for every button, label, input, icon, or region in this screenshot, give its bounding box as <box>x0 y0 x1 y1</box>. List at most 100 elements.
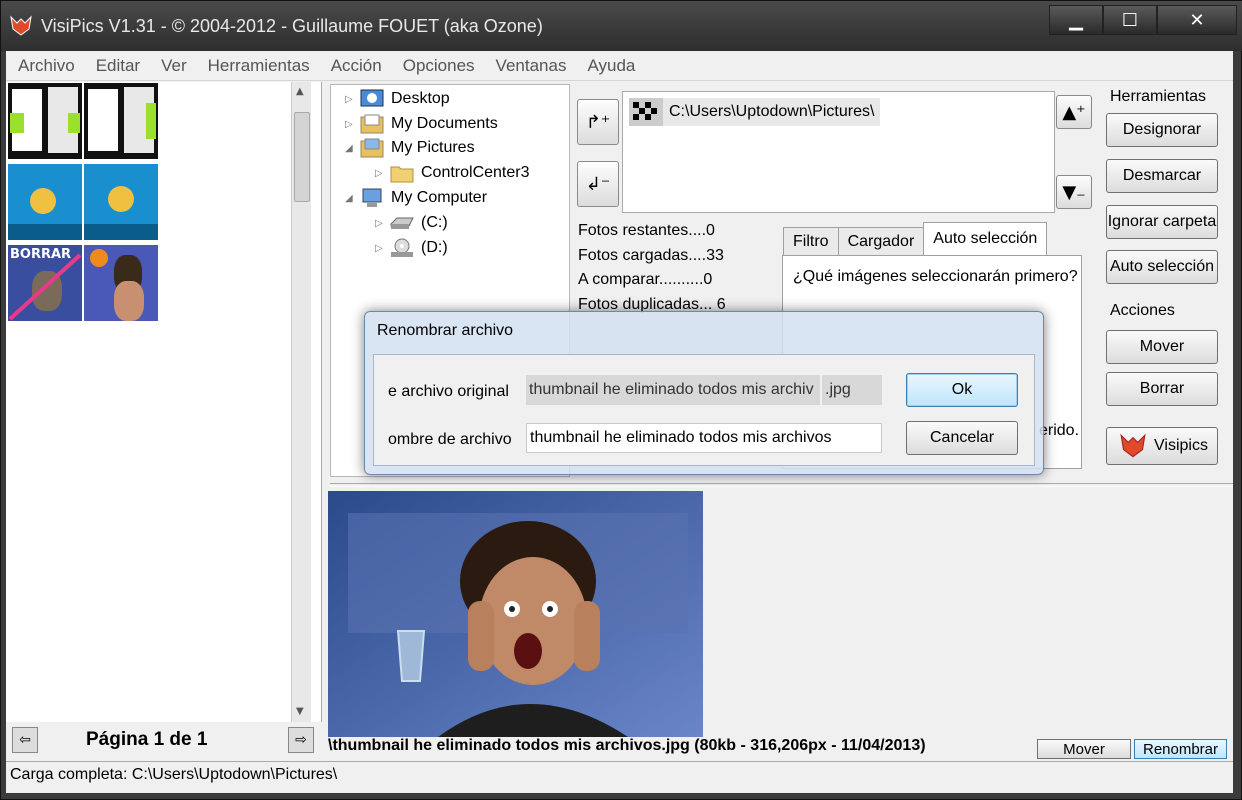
thumbnail-image-marked[interactable]: BORRAR <box>8 245 82 321</box>
tree-item-label: My Pictures <box>391 139 475 156</box>
desmarcar-button[interactable]: Desmarcar <box>1106 159 1218 193</box>
minimize-button[interactable]: ▁ <box>1049 5 1103 35</box>
preview-caption: \thumbnail he eliminado todos mis archiv… <box>328 737 926 754</box>
tree-item-my-computer[interactable]: ◢ My Computer <box>345 187 487 209</box>
splitter[interactable] <box>330 483 1233 487</box>
menu-herramientas[interactable]: Herramientas <box>208 56 310 76</box>
next-page-button[interactable]: ⇨ <box>288 727 314 753</box>
folder-icon <box>390 166 414 183</box>
tree-item-label: (D:) <box>421 239 448 256</box>
delete-cross-icon <box>8 253 82 321</box>
remove-folder-button[interactable]: ↲⁻ <box>577 161 619 207</box>
tab-filtro[interactable]: Filtro <box>783 227 839 255</box>
thumbnail-strip[interactable]: BORRAR <box>6 82 322 722</box>
scroll-up-icon[interactable]: ▲ <box>296 86 304 97</box>
minimize-icon: ▁ <box>1069 9 1083 31</box>
pager: ⇦ Página 1 de 1 ⇨ <box>6 723 322 759</box>
cd-drive-icon <box>391 238 413 257</box>
visipics-logo-icon <box>10 15 32 36</box>
menu-editar[interactable]: Editar <box>96 56 140 76</box>
herramientas-group-label: Herramientas <box>1110 88 1207 105</box>
tree-item-desktop[interactable]: ▷ Desktop <box>345 88 450 110</box>
page-label: Página 1 de 1 <box>86 729 208 750</box>
preview-image <box>328 491 703 737</box>
new-name-label: ombre de archivo <box>388 431 512 448</box>
thumbnail-image[interactable] <box>84 83 158 159</box>
tree-collapse-icon[interactable]: ◢ <box>345 193 359 204</box>
menu-archivo[interactable]: Archivo <box>18 56 75 76</box>
desktop-icon <box>360 89 384 107</box>
tree-expand-icon[interactable]: ▷ <box>345 94 359 105</box>
thumbnail-image[interactable] <box>84 164 158 240</box>
auto-selection-trailing-text: erido. <box>1038 422 1079 439</box>
menu-ver[interactable]: Ver <box>161 56 187 76</box>
scroll-down-icon[interactable]: ▼ <box>296 706 304 717</box>
folder-list-item[interactable]: C:\Users\Uptodown\Pictures\ <box>629 98 881 126</box>
original-extension-field: .jpg <box>822 375 882 405</box>
visipics-button[interactable]: Visipics <box>1106 427 1218 465</box>
rename-dialog: Renombrar archivo e archivo original thu… <box>364 311 1044 475</box>
auto-selection-question: ¿Qué imágenes seleccionarán primero? <box>793 268 1078 285</box>
auto-seleccion-button[interactable]: Auto selección <box>1106 250 1218 284</box>
close-icon: ✕ <box>1189 9 1205 31</box>
menu-ventanas[interactable]: Ventanas <box>496 56 567 76</box>
tree-expand-icon[interactable]: ▷ <box>375 243 389 254</box>
tree-item-label: (C:) <box>421 214 448 231</box>
triangle-up-plus-icon: ▲⁺ <box>1062 101 1086 123</box>
ignorar-carpeta-button[interactable]: Ignorar carpeta <box>1106 205 1218 239</box>
hard-drive-icon <box>390 217 414 229</box>
orange-dot-icon <box>90 249 108 267</box>
thumbnail-image[interactable] <box>84 245 158 321</box>
tree-expand-icon[interactable]: ▷ <box>375 218 389 229</box>
tree-item-drive-d[interactable]: ▷ (D:) <box>375 237 448 259</box>
tree-item-my-documents[interactable]: ▷ My Documents <box>345 113 498 135</box>
scroll-thumb[interactable] <box>294 112 310 202</box>
preview-mover-button[interactable]: Mover <box>1037 739 1131 759</box>
thumbnail-image[interactable] <box>8 83 82 159</box>
tree-expand-icon[interactable]: ▷ <box>345 119 359 130</box>
tree-collapse-icon[interactable]: ◢ <box>345 143 359 154</box>
tab-cargador[interactable]: Cargador <box>837 227 925 255</box>
close-button[interactable]: ✕ <box>1157 5 1237 35</box>
mover-button[interactable]: Mover <box>1106 330 1218 364</box>
folder-list[interactable]: C:\Users\Uptodown\Pictures\ <box>622 91 1055 213</box>
borrar-button[interactable]: Borrar <box>1106 372 1218 406</box>
thumbnail-scrollbar[interactable]: ▲ ▼ <box>291 82 311 722</box>
original-name-label: e archivo original <box>388 383 509 400</box>
tree-expand-icon[interactable]: ▷ <box>375 168 389 179</box>
documents-folder-icon <box>360 114 384 134</box>
ok-button[interactable]: Ok <box>906 373 1018 407</box>
menu-ayuda[interactable]: Ayuda <box>587 56 635 76</box>
move-down-button[interactable]: ▼₋ <box>1056 175 1092 209</box>
triangle-down-minus-icon: ▼₋ <box>1062 181 1086 203</box>
dialog-title: Renombrar archivo <box>377 322 514 339</box>
designorar-button[interactable]: Designorar <box>1106 113 1218 147</box>
preview-empty-area <box>703 491 1233 737</box>
checkered-flag-icon <box>629 98 663 126</box>
tree-item-drive-c[interactable]: ▷ (C:) <box>375 212 448 234</box>
prev-page-button[interactable]: ⇦ <box>12 727 38 753</box>
tab-auto-seleccion[interactable]: Auto selección <box>923 222 1048 255</box>
arrow-right-icon: ⇨ <box>295 732 307 748</box>
new-name-input[interactable]: thumbnail he eliminado todos mis archivo… <box>526 423 882 453</box>
add-folder-button[interactable]: ↱⁺ <box>577 99 619 145</box>
stats-panel: Fotos restantes....0 Fotos cargadas....3… <box>578 219 726 317</box>
stat-comparing: A comparar..........0 <box>578 271 713 288</box>
maximize-icon: ☐ <box>1121 9 1139 31</box>
tree-item-controlcenter3[interactable]: ▷ ControlCenter3 <box>375 162 530 184</box>
menu-accion[interactable]: Acción <box>331 56 382 76</box>
menu-opciones[interactable]: Opciones <box>403 56 475 76</box>
preview-renombrar-button[interactable]: Renombrar <box>1134 739 1227 759</box>
tree-item-label: My Documents <box>391 115 498 132</box>
pictures-folder-icon <box>360 138 384 158</box>
tree-item-my-pictures[interactable]: ◢ My Pictures <box>345 137 475 159</box>
client-area: Archivo Editar Ver Herramientas Acción O… <box>6 51 1233 793</box>
dialog-body: e archivo original thumbnail he eliminad… <box>373 354 1035 466</box>
maximize-button[interactable]: ☐ <box>1103 5 1157 35</box>
title-bar[interactable]: VisiPics V1.31 - © 2004-2012 - Guillaume… <box>1 1 1242 51</box>
thumbnail-image[interactable] <box>8 164 82 240</box>
cancel-button[interactable]: Cancelar <box>906 421 1018 455</box>
move-up-button[interactable]: ▲⁺ <box>1056 95 1092 129</box>
app-window: VisiPics V1.31 - © 2004-2012 - Guillaume… <box>0 0 1242 800</box>
remove-folder-arrow-icon: ↲⁻ <box>585 173 611 195</box>
